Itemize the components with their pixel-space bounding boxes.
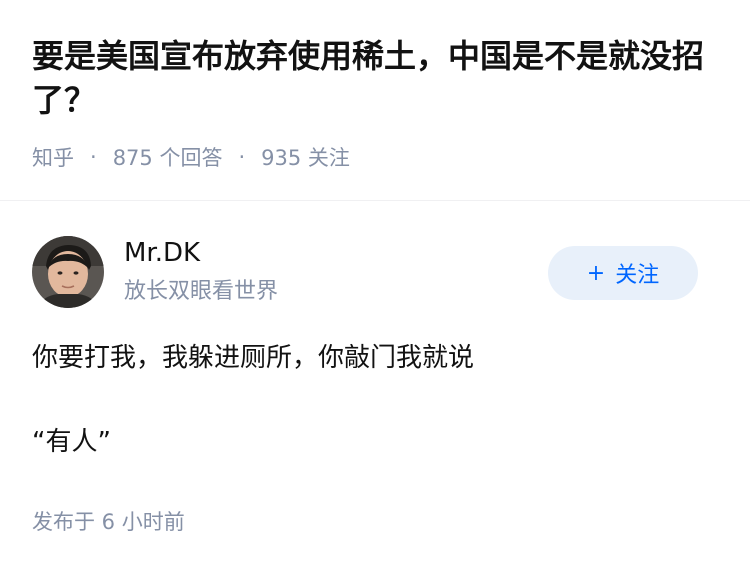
answer-paragraph: 你要打我，我躲进厕所，你敲门我就说 bbox=[32, 343, 475, 373]
answer-card: Mr.DK 放长双眼看世界 + 关注 你要打我，我躲进厕所，你敲门我就说 “有人… bbox=[32, 236, 718, 462]
source-label[interactable]: 知乎 bbox=[32, 142, 74, 172]
follow-button[interactable]: + 关注 bbox=[548, 246, 698, 300]
author-info: Mr.DK 放长双眼看世界 bbox=[124, 236, 278, 308]
avatar-image bbox=[32, 236, 104, 308]
avatar[interactable] bbox=[32, 236, 104, 308]
section-divider bbox=[0, 200, 750, 201]
meta-separator: · bbox=[90, 145, 97, 169]
answer-count[interactable]: 875 个回答 bbox=[113, 142, 223, 172]
follower-count[interactable]: 935 关注 bbox=[261, 142, 350, 172]
plus-icon: + bbox=[586, 260, 606, 286]
answer-paragraph: “有人” bbox=[32, 427, 111, 457]
author-name[interactable]: Mr.DK bbox=[124, 236, 278, 270]
meta-separator: · bbox=[238, 145, 246, 169]
question-title[interactable]: 要是美国宣布放弃使用稀土，中国是不是就没招了？ bbox=[32, 34, 722, 122]
follow-label: 关注 bbox=[615, 263, 660, 288]
author-bio: 放长双眼看世界 bbox=[124, 279, 279, 304]
answer-content: 你要打我，我躲进厕所，你敲门我就说 “有人” bbox=[32, 338, 718, 462]
author-row: Mr.DK 放长双眼看世界 + 关注 bbox=[32, 236, 718, 308]
question-header: 要是美国宣布放弃使用稀土，中国是不是就没招了？ 知乎 · 875 个回答 · 9… bbox=[32, 34, 722, 172]
question-meta: 知乎 · 875 个回答 · 935 关注 bbox=[32, 142, 722, 172]
published-time: 发布于 6 小时前 bbox=[32, 510, 185, 534]
